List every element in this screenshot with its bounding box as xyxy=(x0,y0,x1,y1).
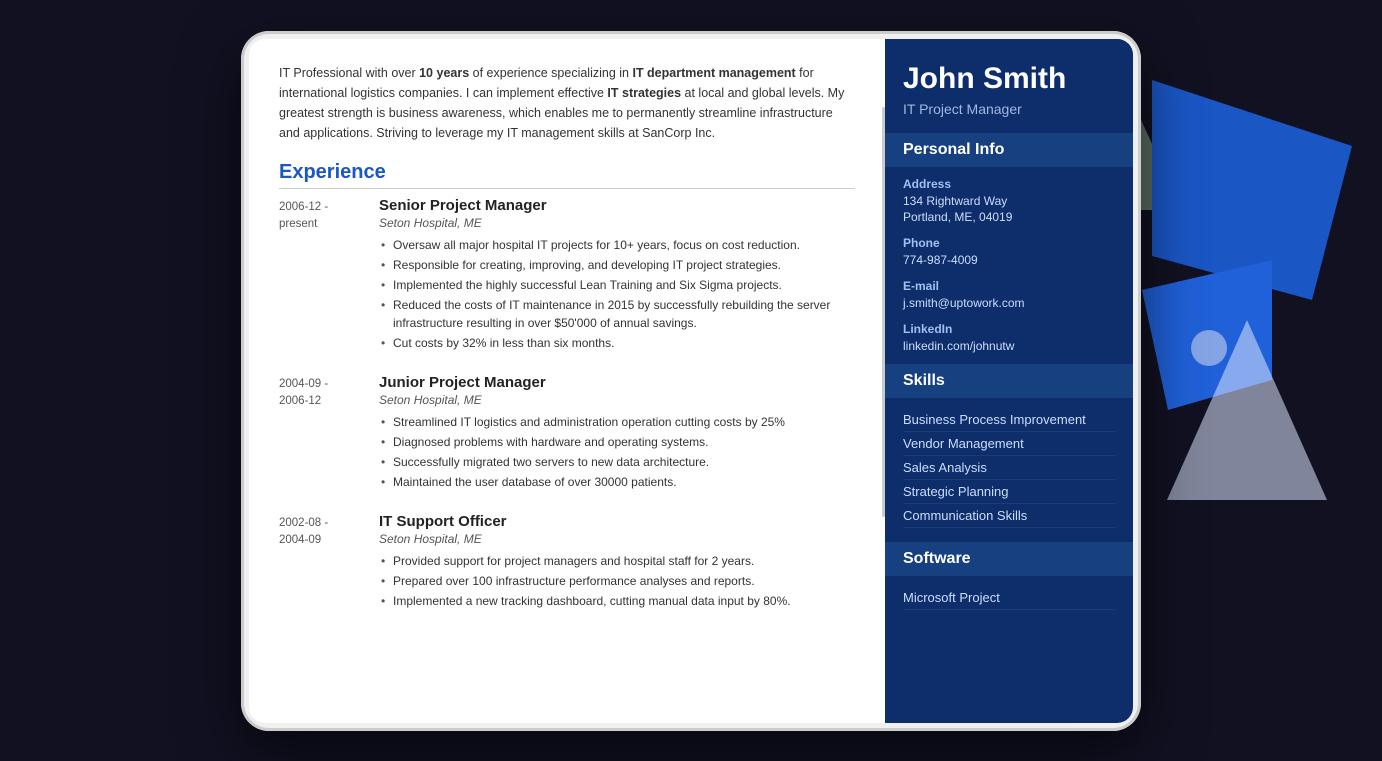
exp-content-3: IT Support Officer Seton Hospital, ME Pr… xyxy=(379,513,855,612)
bullet-3-2: Prepared over 100 infrastructure perform… xyxy=(379,572,855,590)
resume-left-panel[interactable]: IT Professional with over 10 years of ex… xyxy=(249,39,885,723)
exp-content-1: Senior Project Manager Seton Hospital, M… xyxy=(379,197,855,354)
address-label: Address xyxy=(903,177,1115,191)
software-item-0: Microsoft Project xyxy=(903,586,1115,610)
exp-company-1: Seton Hospital, ME xyxy=(379,216,855,230)
address-line1: 134 Rightward Way xyxy=(903,193,1115,210)
exp-title-1: Senior Project Manager xyxy=(379,197,855,214)
linkedin-value: linkedin.com/johnutw xyxy=(903,338,1115,355)
phone-label: Phone xyxy=(903,236,1115,250)
scroll-indicator xyxy=(882,107,885,517)
bullet-2-2: Diagnosed problems with hardware and ope… xyxy=(379,433,855,451)
skills-list: Business Process Improvement Vendor Mana… xyxy=(885,408,1133,542)
bullet-1-2: Responsible for creating, improving, and… xyxy=(379,256,855,274)
exp-company-3: Seton Hospital, ME xyxy=(379,532,855,546)
bullet-1-4: Reduced the costs of IT maintenance in 2… xyxy=(379,296,855,332)
address-line2: Portland, ME, 04019 xyxy=(903,209,1115,226)
resume-area: IT Professional with over 10 years of ex… xyxy=(249,39,1133,723)
experience-item-2: 2004-09 - 2006-12 Junior Project Manager… xyxy=(279,374,855,493)
bullet-2-1: Streamlined IT logistics and administrat… xyxy=(379,413,855,431)
skill-item-1: Vendor Management xyxy=(903,432,1115,456)
tablet-frame: IT Professional with over 10 years of ex… xyxy=(241,31,1141,731)
bullet-1-5: Cut costs by 32% in less than six months… xyxy=(379,334,855,352)
bullet-3-1: Provided support for project managers an… xyxy=(379,552,855,570)
software-section-title: Software xyxy=(885,542,1133,576)
exp-bullets-3: Provided support for project managers an… xyxy=(379,552,855,610)
bullet-1-1: Oversaw all major hospital IT projects f… xyxy=(379,236,855,254)
email-value: j.smith@uptowork.com xyxy=(903,295,1115,312)
exp-content-2: Junior Project Manager Seton Hospital, M… xyxy=(379,374,855,493)
experience-item-1: 2006-12 - present Senior Project Manager… xyxy=(279,197,855,354)
personal-info-section-title: Personal Info xyxy=(885,133,1133,167)
exp-date-2: 2004-09 - 2006-12 xyxy=(279,374,379,493)
exp-date-3: 2002-08 - 2004-09 xyxy=(279,513,379,612)
sidebar-header: John Smith IT Project Manager xyxy=(885,39,1133,133)
sidebar-name: John Smith xyxy=(903,61,1115,97)
experience-section-title: Experience xyxy=(279,161,855,189)
skills-section-title: Skills xyxy=(885,364,1133,398)
exp-title-2: Junior Project Manager xyxy=(379,374,855,391)
bullet-2-4: Maintained the user database of over 300… xyxy=(379,473,855,491)
skill-item-0: Business Process Improvement xyxy=(903,408,1115,432)
skill-item-3: Strategic Planning xyxy=(903,480,1115,504)
email-label: E-mail xyxy=(903,279,1115,293)
exp-title-3: IT Support Officer xyxy=(379,513,855,530)
summary-text: IT Professional with over 10 years of ex… xyxy=(279,63,855,143)
shape-circle xyxy=(1191,330,1227,366)
bullet-3-3: Implemented a new tracking dashboard, cu… xyxy=(379,592,855,610)
sidebar-job-title: IT Project Manager xyxy=(903,101,1115,117)
exp-bullets-1: Oversaw all major hospital IT projects f… xyxy=(379,236,855,352)
skill-item-2: Sales Analysis xyxy=(903,456,1115,480)
exp-bullets-2: Streamlined IT logistics and administrat… xyxy=(379,413,855,491)
phone-value: 774-987-4009 xyxy=(903,252,1115,269)
experience-item-3: 2002-08 - 2004-09 IT Support Officer Set… xyxy=(279,513,855,612)
linkedin-label: LinkedIn xyxy=(903,322,1115,336)
scene: IT Professional with over 10 years of ex… xyxy=(0,0,1382,761)
resume-right-panel: John Smith IT Project Manager Personal I… xyxy=(885,39,1133,723)
personal-info-block: Address 134 Rightward Way Portland, ME, … xyxy=(885,177,1133,365)
software-list: Microsoft Project xyxy=(885,586,1133,624)
bullet-2-3: Successfully migrated two servers to new… xyxy=(379,453,855,471)
exp-company-2: Seton Hospital, ME xyxy=(379,393,855,407)
bullet-1-3: Implemented the highly successful Lean T… xyxy=(379,276,855,294)
skill-item-4: Communication Skills xyxy=(903,504,1115,528)
exp-date-1: 2006-12 - present xyxy=(279,197,379,354)
